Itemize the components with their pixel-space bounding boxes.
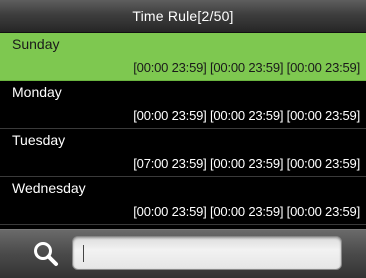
day-label: Tuesday [12, 132, 66, 148]
day-label: Wednesday [12, 180, 86, 196]
list-item-monday[interactable]: Monday [00:00 23:59] [00:00 23:59] [00:0… [0, 81, 366, 129]
time-ranges: [07:00 23:59] [00:00 23:59] [00:00 23:59… [133, 156, 360, 171]
search-field[interactable] [72, 236, 342, 270]
day-label: Monday [12, 84, 62, 100]
list-item-wednesday[interactable]: Wednesday [00:00 23:59] [00:00 23:59] [0… [0, 177, 366, 225]
title-bar: Time Rule[2/50] [0, 0, 366, 33]
list-item-sunday[interactable]: Sunday [00:00 23:59] [00:00 23:59] [00:0… [0, 33, 366, 81]
page-title: Time Rule[2/50] [132, 8, 234, 24]
search-icon[interactable] [32, 240, 60, 268]
day-label: Sunday [12, 36, 60, 52]
search-bar [0, 229, 366, 278]
search-input[interactable] [73, 237, 341, 269]
list-item-tuesday[interactable]: Tuesday [07:00 23:59] [00:00 23:59] [00:… [0, 129, 366, 177]
time-rule-list: Sunday [00:00 23:59] [00:00 23:59] [00:0… [0, 33, 366, 225]
time-ranges: [00:00 23:59] [00:00 23:59] [00:00 23:59… [133, 108, 360, 123]
time-ranges: [00:00 23:59] [00:00 23:59] [00:00 23:59… [133, 204, 360, 219]
time-ranges: [00:00 23:59] [00:00 23:59] [00:00 23:59… [133, 60, 360, 75]
